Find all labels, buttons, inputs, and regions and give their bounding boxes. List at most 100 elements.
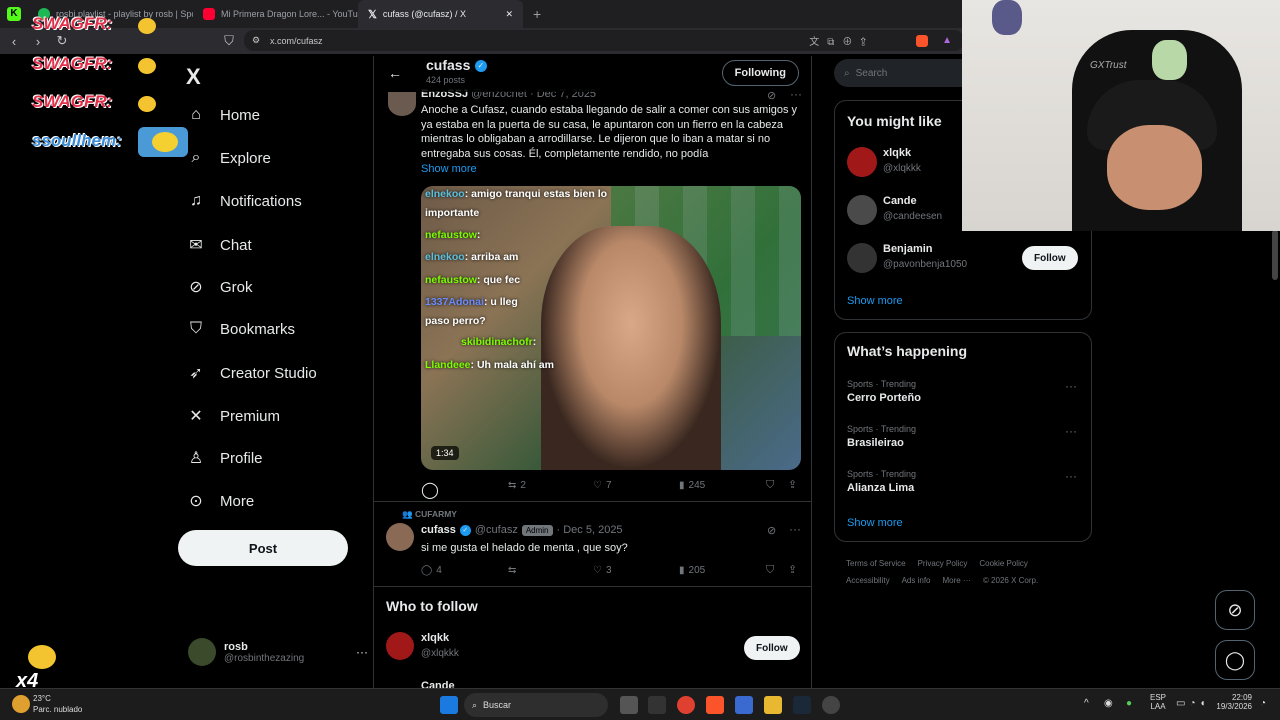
back-arrow-icon[interactable]: ← [388, 65, 402, 81]
reply-button[interactable]: ◯ 4 [421, 565, 442, 576]
footer-link[interactable]: Accessibility [846, 576, 890, 585]
reply-button[interactable]: ◯ [421, 480, 443, 500]
tweet-author[interactable]: cufass [421, 524, 456, 536]
system-tray-icons[interactable]: ▭◔◖ [1176, 698, 1210, 709]
bookmark-icon[interactable]: ⛉ [766, 564, 774, 577]
follow-button[interactable]: Follow [1022, 246, 1078, 270]
footer-link[interactable]: Privacy Policy [918, 559, 968, 568]
mic-icon[interactable]: ● [1126, 698, 1132, 709]
nav-item-creator-studio[interactable]: ➶ Creator Studio [186, 363, 316, 383]
discord-icon[interactable]: ◉ [1104, 698, 1113, 709]
footer-links: Accessibility Ads info More ··· © 2026 X… [846, 576, 1038, 585]
follow-suggestion[interactable]: xlqkk @xlqkkk Follow [374, 628, 811, 672]
grok-icon[interactable]: ⊘ [767, 524, 776, 537]
start-icon[interactable] [440, 696, 458, 714]
obs-icon[interactable] [822, 696, 840, 714]
back-icon[interactable]: ‹ [2, 34, 26, 49]
community-label[interactable]: 👥 CUFARMY [402, 509, 457, 520]
site-info-icon[interactable]: ⚙ [252, 35, 260, 46]
kick-app-icon[interactable]: K [0, 0, 28, 28]
bookmark-page-icon[interactable]: ⛉ [217, 33, 241, 49]
account-switcher[interactable]: rosb @rosbinthezazing ··· [188, 638, 368, 666]
url-field[interactable]: ⚙ x.com/cufasz 文⧉⊕⇪ ▲ [244, 30, 964, 51]
chrome-icon[interactable] [677, 696, 695, 714]
notification-icon[interactable]: ◔ [1260, 698, 1266, 709]
footer-link[interactable]: Ads info [902, 576, 931, 585]
overlay-chat-user: SWAGFR: [32, 92, 113, 111]
task-view-icon[interactable] [620, 696, 638, 714]
verified-icon: ✓ [474, 59, 487, 72]
weather-temp[interactable]: 23°C [33, 694, 51, 703]
nav-item-profile[interactable]: ♙ Profile [186, 448, 263, 468]
x-logo-icon[interactable]: X [186, 64, 201, 90]
chevron-up-icon[interactable]: ^ [1084, 698, 1089, 709]
reload-icon[interactable]: ↻ [50, 33, 74, 49]
tweet[interactable]: 👥 CUFARMY cufass ✓ @cufasz Admin · Dec 5… [374, 503, 811, 587]
home-icon: ⌂ [191, 106, 201, 123]
copyright: © 2026 X Corp. [982, 576, 1039, 585]
epic-games-icon[interactable] [648, 696, 666, 714]
nav-item-premium[interactable]: ✕ Premium [186, 406, 280, 426]
show-more-link[interactable]: Show more [421, 163, 477, 175]
share-icon[interactable]: ⇪ [788, 563, 797, 576]
nav-item-chat[interactable]: ✉ Chat [186, 235, 251, 255]
folder-icon[interactable] [764, 696, 782, 714]
reply-icon: ◯ [421, 565, 433, 576]
retweet-button[interactable]: ⇆ 2 [508, 480, 526, 491]
tab-x[interactable]: 𝕏cufass (@cufasz) / X ✕ [358, 0, 523, 28]
trend-item[interactable]: Sports · Trending Brasileirao [847, 424, 916, 449]
retweet-button[interactable]: ⇆ [508, 565, 520, 576]
follow-button[interactable]: Follow [744, 636, 800, 660]
footer-link[interactable]: Cookie Policy [979, 559, 1027, 568]
share-icon[interactable]: ⇪ [788, 478, 797, 491]
brave-rewards-icon[interactable]: ▲ [942, 35, 952, 46]
weather-icon[interactable] [12, 695, 30, 713]
footer-link[interactable]: Terms of Service [846, 559, 906, 568]
suggested-user[interactable]: Benjamin @pavonbenja1050 Follow [847, 243, 1081, 283]
address-bar-actions-icon[interactable]: 文⧉⊕⇪ [809, 33, 874, 48]
like-button[interactable]: ♡ 7 [593, 480, 612, 491]
more-icon[interactable]: ··· [789, 522, 801, 536]
show-more-link[interactable]: Show more [847, 295, 903, 307]
taskbar-search[interactable]: ⌕ Buscar [464, 693, 608, 717]
language-indicator[interactable]: ESP LAA [1150, 693, 1166, 711]
more-icon[interactable]: ··· [1065, 469, 1077, 483]
show-more-link[interactable]: Show more [847, 517, 903, 529]
more-icon: ··· [356, 645, 368, 659]
like-button[interactable]: ♡ 3 [593, 565, 612, 576]
store-icon[interactable] [735, 696, 753, 714]
post-button[interactable]: Post [178, 530, 348, 566]
nav-item-grok[interactable]: ⊘ Grok [186, 277, 252, 297]
more-icon[interactable]: ··· [1065, 379, 1077, 393]
chat-message: : u lleg [483, 296, 518, 308]
tab-youtube[interactable]: Mi Primera Dragon Lore... - YouTube [193, 0, 358, 28]
tweet-date[interactable]: · Dec 5, 2025 [557, 524, 623, 536]
views-button[interactable]: ▮ 205 [679, 565, 705, 576]
nav-item-more[interactable]: ⊙ More [186, 491, 254, 511]
nav-item-bookmarks[interactable]: ⛉ Bookmarks [186, 320, 295, 338]
nav-item-notifications[interactable]: ♫ Notifications [186, 192, 302, 210]
tweet-video[interactable]: elnekoo: amigo tranqui estas bien lo imp… [421, 186, 801, 470]
clock[interactable]: 22:09 19/3/2026 [1216, 693, 1252, 711]
new-tab-button[interactable]: + [523, 6, 551, 22]
views-button[interactable]: ▮ 245 [679, 480, 705, 491]
nav-item-explore[interactable]: ⌕ Explore [186, 149, 271, 167]
bookmark-icon[interactable]: ⛉ [766, 479, 774, 492]
steam-icon[interactable] [793, 696, 811, 714]
page-scrollbar[interactable] [1272, 230, 1278, 280]
brave-icon[interactable] [706, 696, 724, 714]
weather-desc[interactable]: Parc. nublado [33, 705, 82, 714]
footer-link[interactable]: More ··· [942, 576, 970, 585]
grok-fab-icon[interactable]: ⊘ [1215, 590, 1255, 630]
following-button[interactable]: Following [721, 60, 799, 86]
messages-fab-icon[interactable]: ◯ [1215, 640, 1255, 680]
tweet[interactable]: EnzoSSJ @enzocnet · Dec 7, 2025 ⊘ ··· An… [374, 87, 811, 502]
windows-taskbar: 23°C Parc. nublado ⌕ Buscar ^ ◉ ● ESP LAA … [0, 688, 1280, 720]
trend-item[interactable]: Sports · Trending Cerro Porteño [847, 379, 921, 404]
more-icon[interactable]: ··· [1065, 424, 1077, 438]
trend-item[interactable]: Sports · Trending Alianza Lima [847, 469, 916, 494]
nav-item-home[interactable]: ⌂ Home [186, 106, 260, 124]
forward-icon[interactable]: › [26, 34, 50, 49]
brave-shield-icon[interactable] [916, 34, 928, 47]
close-tab-icon[interactable]: ✕ [505, 9, 513, 20]
